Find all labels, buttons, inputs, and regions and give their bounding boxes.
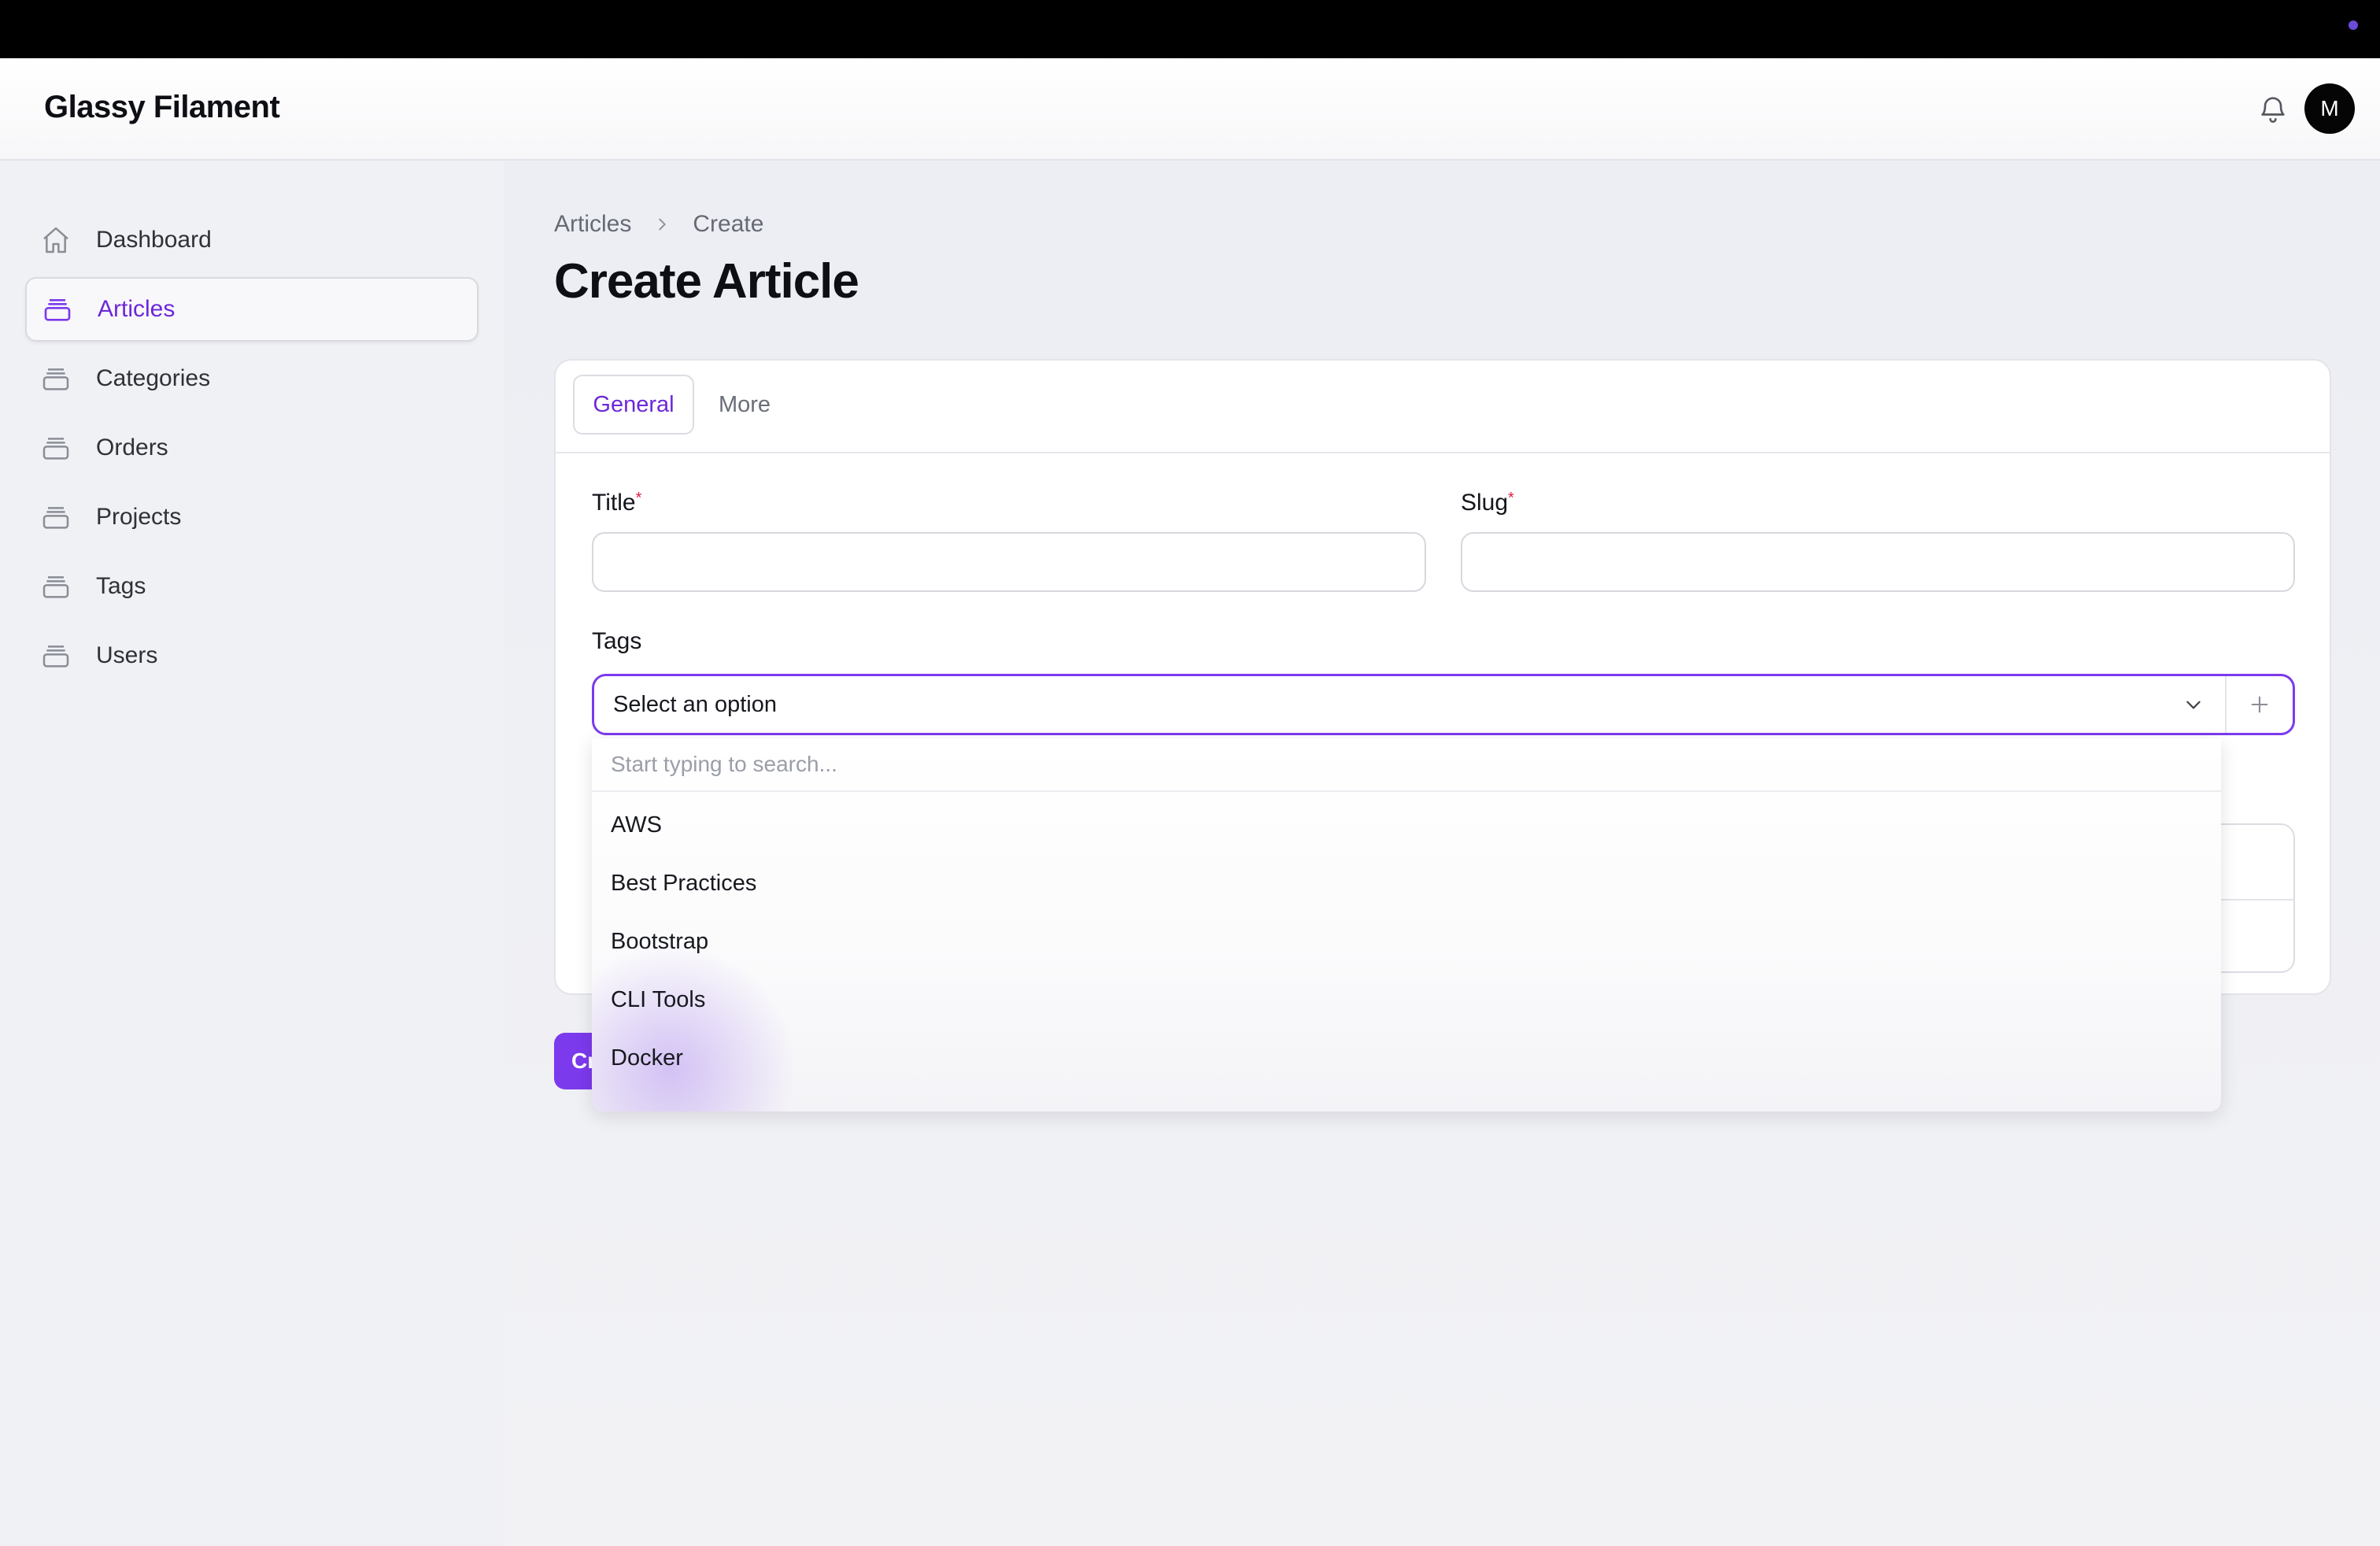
sidebar-item-projects[interactable]: Projects bbox=[25, 485, 479, 549]
sidebar-item-dashboard[interactable]: Dashboard bbox=[25, 208, 479, 272]
collection-icon bbox=[39, 639, 72, 672]
sidebar: Dashboard Articles Categories Orders Pro… bbox=[0, 161, 504, 1546]
sidebar-item-users[interactable]: Users bbox=[25, 623, 479, 688]
app-header: Glassy Filament M bbox=[0, 58, 2380, 161]
title-input[interactable] bbox=[592, 532, 1426, 592]
dropdown-option-cli-tools[interactable]: CLI Tools bbox=[611, 987, 705, 1013]
sidebar-item-label: Users bbox=[96, 642, 158, 668]
collection-icon bbox=[39, 431, 72, 464]
tags-select-value: Select an option bbox=[613, 691, 777, 717]
required-mark: * bbox=[1508, 490, 1514, 507]
collection-icon bbox=[39, 570, 72, 603]
tab-general[interactable]: General bbox=[573, 375, 694, 435]
title-label: Title* bbox=[592, 490, 641, 516]
dropdown-option-bootstrap[interactable]: Bootstrap bbox=[611, 929, 708, 955]
dropdown-option-best-practices[interactable]: Best Practices bbox=[611, 871, 756, 897]
title-label-text: Title bbox=[592, 490, 636, 516]
camera-indicator bbox=[2349, 20, 2358, 30]
tags-select[interactable]: Select an option bbox=[592, 674, 2295, 735]
sidebar-item-categories[interactable]: Categories bbox=[25, 346, 479, 411]
breadcrumb-current: Create bbox=[693, 211, 764, 237]
brand-logo[interactable]: Glassy Filament bbox=[44, 90, 280, 125]
tags-dropdown: AWS Best Practices Bootstrap CLI Tools D… bbox=[592, 738, 2221, 1111]
breadcrumb: Articles Create bbox=[554, 211, 763, 238]
tab-more[interactable]: More bbox=[705, 375, 784, 435]
sidebar-item-label: Tags bbox=[96, 573, 146, 599]
notifications-bell-icon[interactable] bbox=[2251, 87, 2295, 131]
sidebar-item-label: Articles bbox=[98, 296, 176, 322]
user-avatar[interactable]: M bbox=[2304, 83, 2355, 134]
dropdown-option-aws[interactable]: AWS bbox=[611, 812, 662, 838]
sidebar-item-label: Orders bbox=[96, 435, 168, 460]
collection-icon bbox=[39, 501, 72, 534]
system-top-bar bbox=[0, 0, 2380, 58]
sidebar-item-label: Dashboard bbox=[96, 227, 212, 253]
breadcrumb-articles-link[interactable]: Articles bbox=[554, 211, 631, 238]
form-tabs: General More bbox=[556, 361, 2330, 453]
page-title: Create Article bbox=[554, 254, 859, 309]
slug-label: Slug* bbox=[1461, 490, 1514, 516]
add-tag-plus-icon[interactable] bbox=[2227, 676, 2293, 733]
collection-icon bbox=[41, 293, 74, 326]
required-mark: * bbox=[635, 490, 642, 507]
slug-input[interactable] bbox=[1461, 532, 2295, 592]
sidebar-item-articles[interactable]: Articles bbox=[25, 277, 479, 342]
chevron-right-icon bbox=[653, 216, 671, 233]
chevron-down-icon[interactable] bbox=[2176, 687, 2211, 722]
dropdown-option-docker[interactable]: Docker bbox=[611, 1045, 683, 1071]
dropdown-glow bbox=[592, 943, 796, 1111]
sidebar-item-tags[interactable]: Tags bbox=[25, 554, 479, 619]
slug-label-text: Slug bbox=[1461, 490, 1509, 516]
sidebar-item-label: Projects bbox=[96, 504, 182, 530]
sidebar-item-label: Categories bbox=[96, 365, 211, 391]
sidebar-item-orders[interactable]: Orders bbox=[25, 416, 479, 480]
tags-label: Tags bbox=[592, 628, 642, 654]
collection-icon bbox=[39, 362, 72, 395]
home-icon bbox=[39, 224, 72, 257]
tags-search-input[interactable] bbox=[592, 738, 2221, 792]
